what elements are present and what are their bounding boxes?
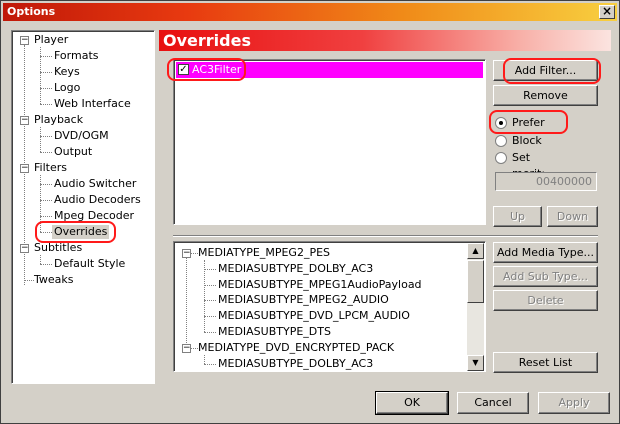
delete-button[interactable]: Delete xyxy=(493,290,598,311)
tree-item-formats[interactable]: Formats xyxy=(54,49,99,63)
tree-line xyxy=(186,258,187,351)
scroll-thumb[interactable] xyxy=(467,260,484,303)
tree-line xyxy=(40,104,52,105)
tree-item-keys[interactable]: Keys xyxy=(54,65,80,79)
title-bar[interactable]: Options × xyxy=(3,3,617,21)
tree-line xyxy=(40,127,41,152)
tree-item-output[interactable]: Output xyxy=(54,145,92,159)
tree-line xyxy=(204,269,216,270)
media-subtype-item[interactable]: MEDIASUBTYPE_DOLBY_AC3 xyxy=(218,262,373,276)
up-button[interactable]: Up xyxy=(493,206,542,227)
tree-item-web-interface[interactable]: Web Interface xyxy=(54,97,131,111)
filter-list[interactable]: ✓ AC3Filter xyxy=(173,59,486,225)
tree-line xyxy=(40,184,52,185)
ok-button[interactable]: OK xyxy=(375,391,449,415)
tree-line xyxy=(40,232,52,233)
tree-line xyxy=(40,152,52,153)
tree-line xyxy=(40,200,52,201)
media-subtype-item[interactable]: MEDIASUBTYPE_DOLBY_AC3 xyxy=(218,357,373,371)
tree-item-filters[interactable]: Filters xyxy=(34,161,67,175)
tree-line xyxy=(40,56,52,57)
tree-line xyxy=(204,260,205,332)
radio-icon[interactable] xyxy=(495,135,507,147)
filter-name: AC3Filter xyxy=(192,63,242,76)
page-title: Overrides xyxy=(159,30,611,51)
tree-item-player[interactable]: Player xyxy=(34,33,68,47)
add-media-type-button[interactable]: Add Media Type... xyxy=(493,242,598,263)
collapse-icon[interactable]: − xyxy=(20,244,29,253)
tree-line xyxy=(191,253,198,254)
collapse-icon[interactable]: − xyxy=(20,116,29,125)
tree-item-audio-decoders[interactable]: Audio Decoders xyxy=(54,193,141,207)
collapse-icon[interactable]: − xyxy=(182,344,191,353)
media-subtype-item[interactable]: MEDIASUBTYPE_DVD_LPCM_AUDIO xyxy=(218,309,410,323)
radio-icon[interactable] xyxy=(495,152,507,164)
tree-line xyxy=(40,72,52,73)
cancel-button[interactable]: Cancel xyxy=(457,392,529,414)
tree-line xyxy=(191,348,198,349)
down-button[interactable]: Down xyxy=(547,206,598,227)
add-sub-type-button[interactable]: Add Sub Type... xyxy=(493,266,598,287)
tree-line xyxy=(24,280,34,281)
remove-button[interactable]: Remove xyxy=(493,85,598,106)
tree-line xyxy=(204,355,205,364)
filter-checkbox[interactable]: ✓ xyxy=(178,64,189,75)
merit-value-field[interactable]: 00400000 xyxy=(495,172,597,191)
window-title: Options xyxy=(7,5,56,18)
options-tree[interactable]: − Player Formats Keys Logo Web Interface… xyxy=(11,30,155,384)
scroll-up-icon[interactable]: ▲ xyxy=(467,243,484,259)
media-type-list[interactable]: − MEDIATYPE_MPEG2_PES MEDIASUBTYPE_DOLBY… xyxy=(173,241,486,372)
tree-item-audio-switcher[interactable]: Audio Switcher xyxy=(54,177,136,191)
tree-line xyxy=(204,300,216,301)
collapse-icon[interactable]: − xyxy=(20,36,29,45)
media-subtype-item[interactable]: MEDIASUBTYPE_DTS xyxy=(218,325,331,339)
tree-line xyxy=(204,332,216,333)
tree-item-playback[interactable]: Playback xyxy=(34,113,83,127)
add-filter-button[interactable]: Add Filter... xyxy=(493,60,598,81)
options-window: Options × − Player Formats Keys Logo Web… xyxy=(0,0,620,424)
tree-item-overrides[interactable]: Overrides xyxy=(52,225,110,239)
radio-block-label: Block xyxy=(512,134,542,147)
tree-line xyxy=(204,316,216,317)
reset-list-button[interactable]: Reset List xyxy=(493,352,598,373)
tree-item-tweaks[interactable]: Tweaks xyxy=(34,273,74,287)
media-subtype-item[interactable]: MEDIASUBTYPE_MPEG2_AUDIO xyxy=(218,293,389,307)
tree-line xyxy=(204,364,216,365)
tree-item-subtitles[interactable]: Subtitles xyxy=(34,241,82,255)
tree-item-dvd-ogm[interactable]: DVD/OGM xyxy=(54,129,109,143)
tree-line xyxy=(40,216,52,217)
tree-line xyxy=(40,136,52,137)
tree-line xyxy=(40,88,52,89)
collapse-icon[interactable]: − xyxy=(20,164,29,173)
media-subtype-item[interactable]: MEDIASUBTYPE_MPEG1AudioPayload xyxy=(218,278,422,292)
scroll-down-icon[interactable]: ▼ xyxy=(467,355,484,371)
radio-icon[interactable] xyxy=(495,117,507,129)
tree-item-mpeg-decoder[interactable]: Mpeg Decoder xyxy=(54,209,134,223)
media-type-scrollbar[interactable]: ▲ ▼ xyxy=(467,243,484,371)
media-type-item[interactable]: MEDIATYPE_DVD_ENCRYPTED_PACK xyxy=(198,341,394,355)
apply-button[interactable]: Apply xyxy=(538,392,610,414)
tree-line xyxy=(40,255,41,264)
radio-prefer-label: Prefer xyxy=(512,116,545,129)
filter-row[interactable]: ✓ AC3Filter xyxy=(176,62,483,78)
tree-line xyxy=(40,264,52,265)
tree-item-default-style[interactable]: Default Style xyxy=(54,257,125,271)
collapse-icon[interactable]: − xyxy=(182,249,191,258)
separator xyxy=(173,235,598,237)
close-icon[interactable]: × xyxy=(599,5,615,19)
tree-line xyxy=(204,285,216,286)
tree-item-logo[interactable]: Logo xyxy=(54,81,80,95)
media-type-item[interactable]: MEDIATYPE_MPEG2_PES xyxy=(198,246,330,260)
